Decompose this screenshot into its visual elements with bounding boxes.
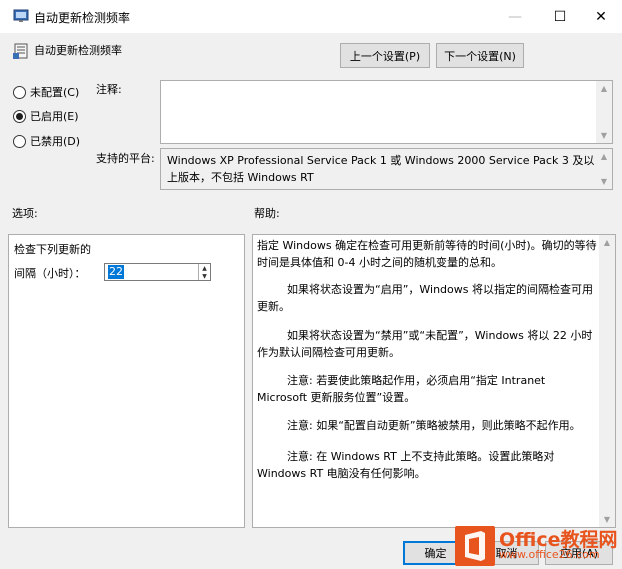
options-label: 选项: [12, 207, 38, 220]
close-button[interactable]: ✕ [578, 0, 622, 33]
help-paragraph: 注意: 如果“配置自动更新”策略被禁用，则此策略不起作用。 [287, 419, 581, 432]
help-paragraph: 指定 Windows 确定在检查可用更新前等待的时间(小时)。确切的等待时间是具… [257, 239, 597, 269]
platform-scrollbar[interactable]: ▲ ▼ [596, 149, 612, 189]
watermark: Office教程网 www.office26.com [455, 522, 622, 569]
next-setting-button[interactable]: 下一个设置(N) [436, 43, 524, 68]
radio-label: 已启用(E) [30, 110, 79, 123]
office-logo-icon [455, 526, 495, 566]
radio-disabled[interactable]: 已禁用(D) [13, 133, 80, 149]
maximize-button[interactable]: ☐ [537, 0, 583, 33]
radio-enabled[interactable]: 已启用(E) [13, 108, 79, 124]
radio-not-configured[interactable]: 未配置(C) [13, 84, 79, 100]
minimize-icon: — [508, 8, 522, 25]
policy-name: 自动更新检测频率 [34, 44, 122, 57]
policy-editor-icon [13, 9, 29, 22]
previous-setting-button[interactable]: 上一个设置(P) [340, 43, 430, 68]
help-paragraph: 如果将状态设置为“禁用”或“未配置”，Windows 将以 22 小时作为默认间… [257, 329, 593, 359]
radio-dot [16, 112, 23, 120]
help-scrollbar[interactable]: ▲ ▼ [599, 235, 615, 527]
help-panel: 指定 Windows 确定在检查可用更新前等待的时间(小时)。确切的等待时间是具… [252, 234, 616, 528]
platform-value: Windows XP Professional Service Pack 1 或… [167, 154, 595, 184]
help-paragraph: 注意: 在 Windows RT 上不支持此策略。设置此策略对 Windows … [257, 450, 555, 480]
policy-setting-icon [13, 43, 28, 59]
options-heading: 检查下列更新的 [14, 243, 91, 256]
scroll-up-icon[interactable]: ▲ [599, 235, 615, 250]
spin-up-icon[interactable]: ▲ [199, 264, 210, 272]
platform-field: Windows XP Professional Service Pack 1 或… [160, 148, 613, 190]
help-label: 帮助: [254, 207, 280, 220]
radio-label: 未配置(C) [30, 86, 80, 99]
scroll-down-icon[interactable]: ▼ [596, 174, 612, 189]
interval-spinbox[interactable]: 22 ▲ ▼ [104, 263, 211, 281]
interval-label: 间隔（小时）： [14, 267, 86, 280]
spin-down-icon[interactable]: ▼ [199, 272, 210, 280]
spin-buttons[interactable]: ▲ ▼ [198, 264, 210, 280]
radio-circle-selected[interactable] [13, 109, 26, 123]
title-bar: 自动更新检测频率 — ☐ ✕ [0, 0, 622, 33]
watermark-url: www.office26.com [499, 548, 600, 561]
platform-label: 支持的平台: [96, 152, 155, 165]
radio-circle[interactable] [13, 134, 26, 148]
radio-label: 已禁用(D) [30, 135, 81, 148]
interval-value[interactable]: 22 [108, 265, 124, 279]
close-icon: ✕ [595, 8, 607, 25]
window-title: 自动更新检测频率 [34, 11, 131, 25]
help-paragraph: 注意: 若要使此策略起作用，必须启用“指定 Intranet Microsoft… [257, 374, 546, 404]
comment-scrollbar[interactable]: ▲ ▼ [596, 81, 612, 143]
minimize-button[interactable]: — [492, 0, 538, 33]
radio-circle[interactable] [13, 85, 26, 99]
maximize-icon: ☐ [553, 8, 567, 25]
comment-textarea[interactable]: ▲ ▼ [160, 80, 613, 144]
scroll-up-icon[interactable]: ▲ [596, 81, 612, 96]
help-paragraph: 如果将状态设置为“启用”，Windows 将以指定的间隔检查可用更新。 [257, 283, 593, 313]
scroll-down-icon[interactable]: ▼ [596, 128, 612, 143]
scroll-up-icon[interactable]: ▲ [596, 149, 612, 164]
comment-label: 注释: [96, 83, 122, 96]
